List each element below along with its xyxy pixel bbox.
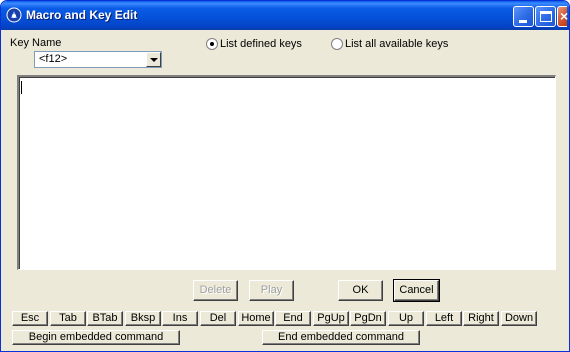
text-caret: [21, 81, 22, 94]
chevron-down-icon: [150, 58, 158, 62]
key-button-del[interactable]: Del: [200, 311, 236, 326]
key-name-dropdown[interactable]: <f12>: [34, 51, 162, 68]
key-button-pgdn[interactable]: PgDn: [350, 311, 386, 326]
window-title: Macro and Key Edit: [26, 8, 138, 22]
minimize-icon: [519, 20, 527, 23]
key-button-tab[interactable]: Tab: [50, 311, 86, 326]
key-button-end[interactable]: End: [275, 311, 311, 326]
app-icon: [6, 7, 22, 23]
key-button-right[interactable]: Right: [463, 311, 499, 326]
key-button-btab[interactable]: BTab: [87, 311, 123, 326]
macro-key-edit-window: Macro and Key Edit × Key Name <f12> List…: [0, 0, 570, 352]
key-button-down[interactable]: Down: [501, 311, 537, 326]
end-embedded-command-button[interactable]: End embedded command: [262, 330, 420, 345]
ok-button[interactable]: OK: [338, 280, 383, 301]
key-name-value: <f12>: [39, 53, 68, 65]
radio-list-all-keys[interactable]: [331, 38, 343, 50]
maximize-icon: [540, 11, 552, 22]
list-all-keys-label[interactable]: List all available keys: [345, 38, 448, 50]
begin-embedded-command-button[interactable]: Begin embedded command: [12, 330, 180, 345]
radio-selected-dot: [210, 42, 214, 46]
key-button-bksp[interactable]: Bksp: [125, 311, 161, 326]
delete-button[interactable]: Delete: [193, 280, 238, 301]
cancel-button[interactable]: Cancel: [393, 279, 440, 302]
key-button-esc[interactable]: Esc: [12, 311, 48, 326]
close-icon: ×: [560, 8, 569, 24]
title-bar[interactable]: Macro and Key Edit ×: [1, 1, 569, 30]
radio-list-defined-keys[interactable]: [206, 38, 218, 50]
key-button-pgup[interactable]: PgUp: [313, 311, 349, 326]
play-button[interactable]: Play: [249, 280, 294, 301]
key-button-up[interactable]: Up: [388, 311, 424, 326]
dropdown-button[interactable]: [146, 52, 161, 67]
key-name-label: Key Name: [10, 37, 62, 49]
macro-editor[interactable]: [17, 75, 556, 270]
maximize-button[interactable]: [535, 6, 556, 27]
minimize-button[interactable]: [513, 6, 534, 27]
key-button-left[interactable]: Left: [426, 311, 462, 326]
list-defined-keys-label[interactable]: List defined keys: [220, 38, 302, 50]
close-button[interactable]: ×: [557, 6, 569, 27]
key-button-home[interactable]: Home: [238, 311, 274, 326]
key-button-ins[interactable]: Ins: [162, 311, 198, 326]
